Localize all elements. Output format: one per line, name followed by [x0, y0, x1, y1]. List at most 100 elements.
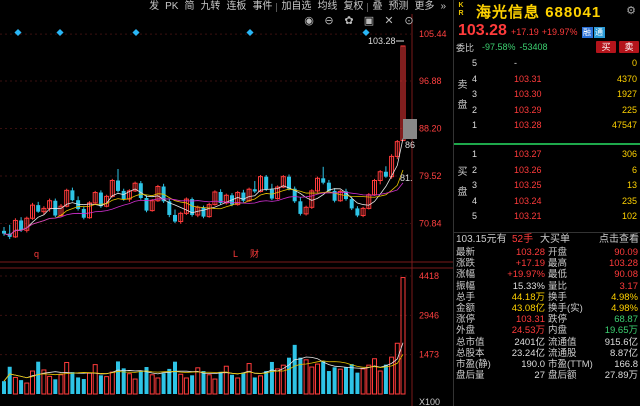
image-icon[interactable]: ▣: [363, 15, 375, 27]
margin-badge[interactable]: 融: [581, 27, 593, 38]
stats-row: 总手 44.18万 换手 4.98%: [454, 292, 640, 303]
volume-bar: [7, 366, 12, 394]
stat-value: 90.09: [614, 247, 638, 258]
sell-button[interactable]: 卖: [619, 41, 639, 53]
toolbar-item-8[interactable]: 复权: [340, 0, 366, 14]
stats-row: 盘后量 27 盘后额 27.89万: [454, 370, 640, 381]
view-link[interactable]: 点击查看: [599, 233, 639, 247]
bid-row[interactable]: 4 103.24 235: [454, 194, 640, 210]
toolbar-item-9[interactable]: 叠: [369, 0, 385, 14]
candle-body: [36, 205, 41, 212]
price-axis-label: 88.20: [419, 124, 442, 134]
toolbar-separator: [367, 2, 369, 12]
toolbar-item-11[interactable]: 更多: [411, 0, 437, 14]
stats-row: 振幅 15.33% 量比 3.17: [454, 281, 640, 292]
volume-bar: [2, 381, 6, 394]
ask-row[interactable]: 4 103.31 4370: [454, 72, 640, 88]
stat-label: 振幅: [456, 280, 476, 292]
toolbar-item-3[interactable]: 九转: [197, 0, 223, 14]
toolbar-item-7[interactable]: 均线: [314, 0, 340, 14]
top-price-label: 103.28: [368, 36, 396, 46]
settings-gear-icon[interactable]: ⚙: [626, 4, 636, 17]
volume-bar: [132, 378, 138, 395]
stat-value: 24.53万: [511, 325, 545, 337]
book-volume: 225: [621, 104, 637, 115]
volume-bar: [201, 371, 206, 394]
ask-row[interactable]: 2 103.29 225: [454, 103, 640, 119]
stat-label: 最低: [548, 269, 568, 281]
bid-row[interactable]: 2 103.26 6: [454, 163, 640, 179]
volume-axis-label: 4418: [419, 271, 439, 281]
toolbar-item-4[interactable]: 连板: [223, 0, 249, 14]
volume-bar: [355, 372, 360, 394]
stat-label: 涨停: [456, 314, 476, 326]
ask-row[interactable]: 1 103.28 47547: [454, 118, 640, 134]
timeline-marker: L: [233, 249, 238, 259]
volume-bar: [344, 367, 348, 394]
stats-row: 总股本 23.24亿 流通股 8.87亿: [454, 348, 640, 359]
volume-bar: [275, 368, 281, 395]
chart-toolbar: 发 PK 简九转 连板 事件 加自选 均线 复权叠预测 更多»: [0, 0, 453, 14]
volume-bar: [76, 377, 81, 394]
zoom-icon[interactable]: ⊖: [323, 15, 335, 27]
stat-label: 换手(实): [548, 302, 583, 314]
book-level: 4: [472, 195, 478, 206]
candle-body: [70, 190, 75, 201]
volume-bar: [98, 375, 103, 394]
arrow-up-icon[interactable]: ⊙: [403, 15, 415, 27]
volume-bar: [53, 379, 58, 394]
volume-bar: [126, 373, 132, 395]
book-level: 5: [472, 58, 478, 68]
stat-label: 涨幅: [456, 269, 476, 281]
volume-bar: [258, 375, 263, 395]
kline-chart[interactable]: 105.44 96.88 88.20 79.52 70.84 4418 2946 1473 X1…: [0, 0, 453, 406]
stat-label: 最新: [456, 247, 476, 258]
bid-row[interactable]: 5 103.21 102: [454, 209, 640, 225]
ask-row[interactable]: 5 - 0: [454, 56, 640, 72]
volume-bar: [383, 364, 388, 394]
price-change-pct: +19.97%: [541, 27, 578, 37]
stat-value: 103.28: [515, 247, 545, 258]
stat-label: 流通值: [548, 336, 577, 348]
book-price: 103.27: [514, 149, 542, 159]
stock-code: 688041: [545, 4, 602, 21]
volume-axis-label: X100: [419, 397, 440, 406]
book-volume: 102: [621, 211, 637, 222]
toolbar-more-arrow[interactable]: »: [437, 0, 449, 14]
book-volume: 1927: [616, 89, 637, 100]
kr-tag: K R: [456, 2, 466, 18]
stats-row: 涨停 103.31 跌停 68.87: [454, 314, 640, 325]
candle-body: [264, 176, 269, 190]
toolbar-item-0[interactable]: 发: [146, 0, 162, 14]
stat-value: 190.0: [521, 358, 545, 370]
stat-value: 2401亿: [514, 336, 545, 348]
ask-book: 5 - 0 4 103.31 4370 3 103.30 1927 2 103.29 225 1 103.…: [454, 56, 640, 134]
stat-value: 23.24亿: [511, 347, 545, 359]
ma-line-yellow: [3, 169, 404, 236]
ratio-pct: -97.58%: [482, 42, 516, 52]
bid-row[interactable]: 1 103.27 306: [454, 147, 640, 163]
ask-row[interactable]: 3 103.30 1927: [454, 87, 640, 103]
buy-button[interactable]: 买: [596, 41, 616, 53]
ratio-diff: -53408: [519, 42, 548, 52]
eye-icon[interactable]: ◉: [303, 15, 315, 27]
toolbar-item-10[interactable]: 预测: [385, 0, 411, 14]
stat-value: 915.6亿: [604, 336, 638, 348]
close-icon[interactable]: ✕: [383, 15, 395, 27]
volume-bar: [321, 361, 326, 394]
toolbar-item-1[interactable]: PK: [162, 0, 181, 14]
connect-badge[interactable]: 通: [593, 27, 605, 38]
big-order-side: 大买单: [540, 234, 570, 245]
kline-chart-pane[interactable]: 105.44 96.88 88.20 79.52 70.84 4418 2946 1473 X1…: [0, 0, 453, 406]
toolbar-item-5[interactable]: 事件: [249, 0, 275, 14]
gear-icon[interactable]: ✿: [343, 15, 355, 27]
toolbar-item-2[interactable]: 简: [181, 0, 197, 14]
last-price: 103.28: [458, 22, 507, 39]
stat-value: +19.97%: [507, 269, 545, 281]
toolbar-item-6[interactable]: 加自选: [278, 0, 314, 14]
bid-row[interactable]: 3 103.25 13: [454, 178, 640, 194]
book-price: 103.21: [514, 211, 542, 222]
volume-axis-label: 2946: [419, 310, 439, 320]
book-volume: 13: [626, 180, 637, 191]
kr-tag-r: R: [458, 10, 464, 17]
